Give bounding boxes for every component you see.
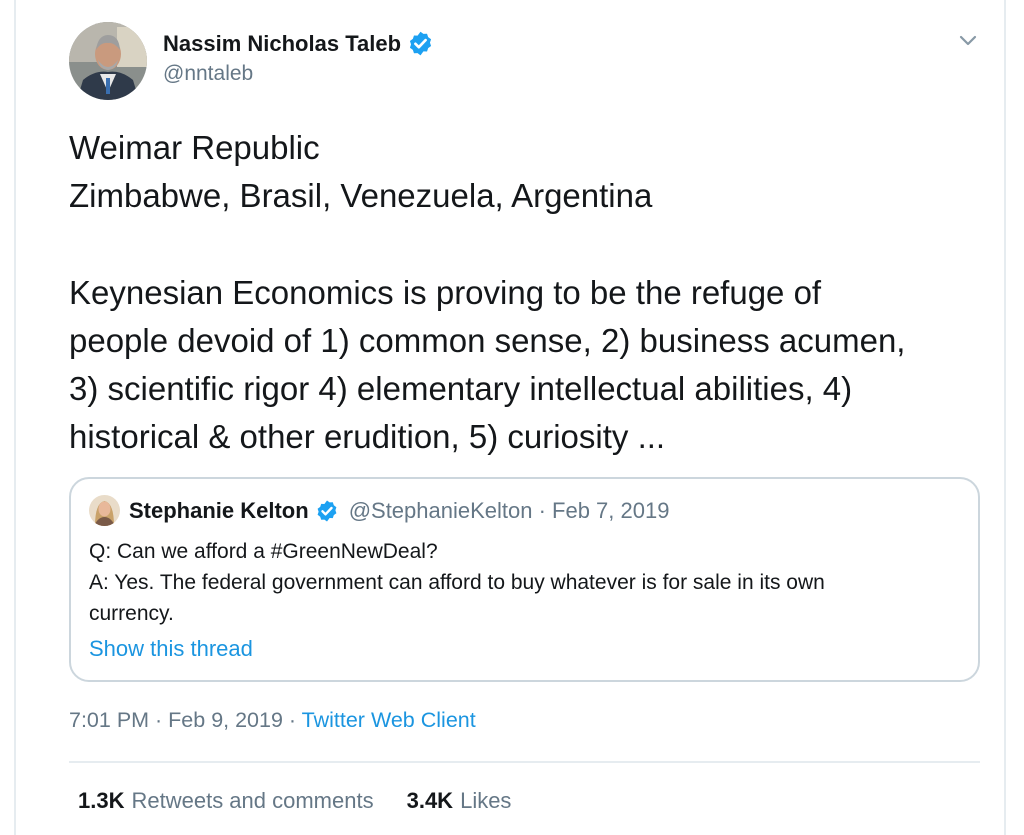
verified-badge-icon	[317, 500, 337, 522]
quoted-handle-date: @StephanieKelton · Feb 7, 2019	[348, 498, 670, 523]
tweet-line: Weimar Republic	[69, 129, 320, 166]
author-handle[interactable]: @nntaleb	[163, 62, 253, 86]
likes-stat[interactable]: 3.4K Likes	[407, 788, 512, 814]
likes-count: 3.4K	[406, 788, 454, 813]
author-avatar[interactable]	[69, 22, 147, 100]
verified-badge-icon	[409, 31, 432, 56]
chevron-down-icon[interactable]	[955, 30, 981, 52]
engagement-stats: 1.3K Retweets and comments 3.4K Likes	[78, 788, 511, 814]
tweet-line: historical & other erudition, 5) curiosi…	[69, 418, 666, 455]
quoted-line: currency.	[89, 602, 174, 625]
left-column-border	[0, 0, 16, 835]
author-name[interactable]: Nassim Nicholas Taleb	[163, 31, 401, 57]
right-column-border	[1004, 0, 1024, 835]
tweet-line: Keynesian Economics is proving to be the…	[69, 274, 822, 311]
time-date[interactable]: 7:01 PM · Feb 9, 2019 ·	[69, 708, 302, 732]
tweet-text: Weimar Republic Zimbabwe, Brasil, Venezu…	[69, 124, 994, 461]
retweets-label: Retweets and comments	[131, 788, 374, 813]
quoted-header[interactable]: Stephanie Kelton @StephanieKelton · Feb …	[129, 498, 669, 524]
quoted-text: Q: Can we afford a #GreenNewDeal? A: Yes…	[89, 536, 969, 629]
quoted-line: Q: Can we afford a #GreenNewDeal?	[89, 540, 438, 563]
retweets-count: 1.3K	[78, 788, 125, 813]
author-name-row[interactable]: Nassim Nicholas Taleb	[163, 30, 434, 57]
divider	[69, 761, 980, 763]
tweet-line: 3) scientific rigor 4) elementary intell…	[69, 370, 853, 407]
show-thread-link[interactable]: Show this thread	[89, 636, 253, 662]
retweets-stat[interactable]: 1.3K Retweets and comments	[78, 788, 374, 814]
quoted-tweet-card[interactable]: Stephanie Kelton @StephanieKelton · Feb …	[69, 477, 980, 682]
quoted-line: A: Yes. The federal government can affor…	[89, 571, 825, 594]
tweet-timestamp: 7:01 PM · Feb 9, 2019 · Twitter Web Clie…	[69, 708, 476, 733]
quoted-author-avatar[interactable]	[89, 495, 120, 526]
tweet-line: people devoid of 1) common sense, 2) bus…	[69, 322, 906, 359]
quoted-author-name[interactable]: Stephanie Kelton	[129, 498, 309, 524]
source-client-link[interactable]: Twitter Web Client	[302, 708, 476, 732]
likes-label: Likes	[460, 788, 512, 813]
tweet-line: Zimbabwe, Brasil, Venezuela, Argentina	[69, 177, 653, 214]
